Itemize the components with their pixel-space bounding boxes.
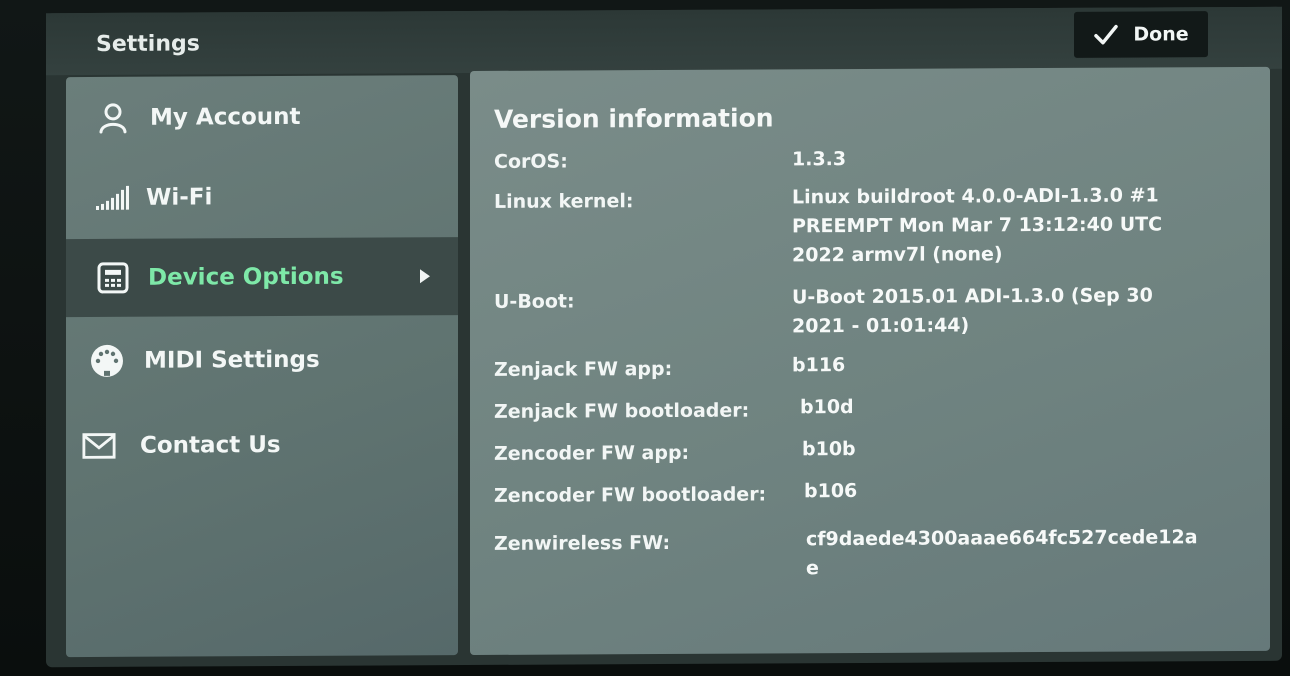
sidebar-item-label: Wi-Fi bbox=[146, 184, 213, 211]
sidebar-item-midi-settings[interactable]: MIDI Settings bbox=[66, 320, 458, 400]
info-value: Linux buildroot 4.0.0-ADI-1.3.0 #1 PREEM… bbox=[792, 184, 1163, 267]
info-key: Zenjack FW app: bbox=[494, 357, 673, 381]
sidebar-item-label: Contact Us bbox=[140, 432, 281, 459]
sidebar-item-label: My Account bbox=[150, 103, 301, 131]
signal-bars-icon bbox=[96, 181, 130, 215]
settings-sidebar: My Account Wi-Fi Device Options MIDI Set… bbox=[66, 75, 458, 658]
device-icon bbox=[96, 261, 130, 295]
info-key: Zencoder FW bootloader: bbox=[494, 483, 767, 507]
info-row-zenjack-fw-bootloader: Zenjack FW bootloader: b10d bbox=[494, 396, 1254, 423]
checkmark-icon bbox=[1094, 24, 1119, 45]
info-value: b10b bbox=[802, 437, 856, 461]
info-row-zenjack-fw-app: Zenjack FW app: b116 bbox=[494, 354, 1254, 381]
info-row-zencoder-fw-bootloader: Zencoder FW bootloader: b106 bbox=[494, 480, 1254, 507]
envelope-icon bbox=[82, 429, 116, 463]
settings-screen: Settings Done My Account Wi-Fi Device Op… bbox=[46, 6, 1282, 668]
sidebar-item-device-options[interactable]: Device Options bbox=[66, 237, 458, 318]
info-row-zenwireless-fw: Zenwireless FW: cf9daede4300aaae664fc527… bbox=[494, 526, 1254, 579]
version-info-panel: Version information CorOS: 1.3.3 Linux k… bbox=[470, 66, 1270, 656]
info-value: cf9daede4300aaae664fc527cede12ae bbox=[806, 526, 1198, 580]
done-button-label: Done bbox=[1133, 23, 1189, 46]
info-value: b106 bbox=[804, 479, 858, 503]
sidebar-item-my-account[interactable]: My Account bbox=[66, 77, 458, 157]
sidebar-item-label: MIDI Settings bbox=[144, 346, 320, 374]
user-icon bbox=[96, 101, 130, 135]
page-title: Settings bbox=[96, 31, 200, 57]
info-key: CorOS: bbox=[494, 150, 568, 173]
info-key: Zencoder FW app: bbox=[494, 441, 690, 465]
info-key: Zenwireless FW: bbox=[494, 531, 671, 555]
info-value: b10d bbox=[800, 396, 854, 419]
chevron-right-icon bbox=[420, 269, 430, 284]
info-key: Zenjack FW bootloader: bbox=[494, 399, 750, 423]
top-bar: Settings Done bbox=[46, 6, 1282, 76]
info-value: U-Boot 2015.01 ADI-1.3.0 (Sep 30 2021 - … bbox=[792, 284, 1153, 338]
sidebar-item-contact-us[interactable]: Contact Us bbox=[66, 405, 458, 485]
sidebar-item-label: Device Options bbox=[148, 263, 344, 291]
midi-connector-icon bbox=[90, 344, 124, 378]
section-title: Version information bbox=[494, 103, 774, 134]
info-key: U-Boot: bbox=[494, 290, 575, 313]
info-value: 1.3.3 bbox=[792, 148, 847, 171]
info-row-coros: CorOS: 1.3.3 bbox=[494, 147, 1254, 173]
info-row-linux-kernel: Linux kernel: Linux buildroot 4.0.0-ADI-… bbox=[494, 184, 1254, 266]
done-button[interactable]: Done bbox=[1074, 11, 1208, 58]
info-row-zencoder-fw-app: Zencoder FW app: b10b bbox=[494, 438, 1254, 465]
info-value: b116 bbox=[792, 354, 846, 377]
info-key: Linux kernel: bbox=[494, 190, 634, 213]
info-row-uboot: U-Boot: U-Boot 2015.01 ADI-1.3.0 (Sep 30… bbox=[494, 284, 1254, 337]
sidebar-item-wifi[interactable]: Wi-Fi bbox=[66, 157, 458, 237]
